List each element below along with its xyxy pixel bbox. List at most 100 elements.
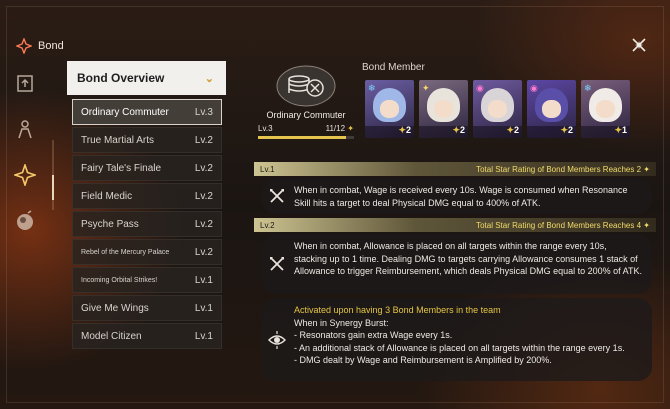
bond-item-name: True Martial Arts <box>81 134 154 146</box>
crossed-swords-icon <box>262 178 292 214</box>
star-icon: ✦ <box>643 220 650 230</box>
bond-item[interactable]: Ordinary Commuter Lv.3 <box>72 99 222 125</box>
bond-item-name: Rebel of the Mercury Palace <box>81 248 170 256</box>
bond-list: Ordinary Commuter Lv.3 True Martial Arts L… <box>72 99 222 351</box>
synergy-eye-icon <box>262 298 292 381</box>
member-stars: ✦2 <box>398 125 411 136</box>
page-title: Bond <box>38 40 64 52</box>
bond-item[interactable]: Fairy Tale's Finale Lv.2 <box>72 155 222 181</box>
element-icon: ❄ <box>368 83 376 93</box>
element-icon: ◉ <box>476 83 484 93</box>
level-tag: Lv.1 <box>260 164 275 174</box>
member-portrait[interactable]: ❄ ✦2 <box>365 80 414 138</box>
bond-progress-text: 11/12 <box>325 124 346 133</box>
effect-line: When in Synergy Burst: <box>294 317 389 328</box>
bond-item-name: Model Citizen <box>81 330 142 342</box>
level-tag: Lv.2 <box>260 220 275 230</box>
star-icon: ✦ <box>506 125 514 135</box>
bond-overview-dropdown[interactable]: Bond Overview ⌄ <box>67 61 226 95</box>
member-stars: ✦2 <box>452 125 465 136</box>
bond-level: Lv.3 <box>258 124 273 133</box>
coin-stack-badge-icon <box>276 65 336 107</box>
crossed-swords-icon <box>262 234 292 294</box>
bond-item[interactable]: Incoming Orbital Strikes! Lv.1 <box>72 267 222 293</box>
member-face <box>380 100 399 118</box>
bond-item[interactable]: Model Citizen Lv.1 <box>72 323 222 349</box>
member-portrait[interactable]: ◉ ✦2 <box>473 80 522 138</box>
top-bar: Bond <box>16 38 64 54</box>
bond-item-level: Lv.2 <box>194 190 213 202</box>
bond-member-title: Bond Member <box>362 62 425 73</box>
left-nav <box>12 70 42 254</box>
member-portrait[interactable]: ❄ ✦1 <box>581 80 630 138</box>
bond-item[interactable]: Psyche Pass Lv.2 <box>72 211 222 237</box>
bond-star-icon[interactable] <box>12 162 38 188</box>
progress-fill <box>258 136 346 139</box>
level-2-effect: When in combat, Allowance is placed on a… <box>262 234 652 294</box>
member-face <box>488 100 507 118</box>
level-1-effect: When in combat, Wage is received every 1… <box>262 178 652 214</box>
member-face <box>596 100 615 118</box>
level-2-header: Lv.2 Total Star Rating of Bond Members R… <box>254 218 656 232</box>
bond-item-level: Lv.1 <box>194 302 213 314</box>
bond-item-name: Field Medic <box>81 190 133 202</box>
member-stars: ✦2 <box>560 125 573 136</box>
bond-item-level: Lv.2 <box>194 246 213 258</box>
bond-item[interactable]: Rebel of the Mercury Palace Lv.2 <box>72 239 222 265</box>
bond-overview-label: Bond Overview <box>77 71 165 85</box>
orb-icon[interactable] <box>12 208 38 234</box>
level-3-effect: Activated upon having 3 Bond Members in … <box>262 298 652 381</box>
bond-item[interactable]: Give Me Wings Lv.1 <box>72 295 222 321</box>
star-icon: ✦ <box>398 125 406 135</box>
bond-item-level: Lv.3 <box>194 106 213 118</box>
member-portrait[interactable]: ◉ ✦2 <box>527 80 576 138</box>
bond-item-name: Ordinary Commuter <box>81 106 169 118</box>
bond-item-level: Lv.2 <box>194 162 213 174</box>
element-icon: ❄ <box>584 83 592 93</box>
effect-text: When in combat, Allowance is placed on a… <box>294 241 642 276</box>
close-icon[interactable] <box>630 36 648 54</box>
level-condition: Total Star Rating of Bond Members Reache… <box>476 220 642 230</box>
effect-line: - DMG dealt by Wage and Reimbursement is… <box>294 355 552 365</box>
star-icon: ✦ <box>643 164 650 174</box>
element-icon: ✦ <box>422 83 430 93</box>
member-face <box>542 100 561 118</box>
effect-text-block: Activated upon having 3 Bond Members in … <box>292 298 635 381</box>
bond-item[interactable]: Field Medic Lv.2 <box>72 183 222 209</box>
member-face <box>434 100 453 118</box>
star-icon: ✦ <box>347 124 354 133</box>
bond-item-name: Give Me Wings <box>81 302 149 314</box>
synergy-condition: Activated upon having 3 Bond Members in … <box>294 305 501 315</box>
selected-bond-name: Ordinary Commuter <box>266 110 346 120</box>
bond-item-level: Lv.1 <box>194 330 213 342</box>
bond-item-name: Fairy Tale's Finale <box>81 162 162 174</box>
nav-divider <box>52 140 54 210</box>
bond-item-level: Lv.1 <box>194 274 213 286</box>
star-icon: ✦ <box>614 125 622 135</box>
level-condition: Total Star Rating of Bond Members Reache… <box>476 164 642 174</box>
effect-text: When in combat, Wage is received every 1… <box>294 185 628 208</box>
member-portrait[interactable]: ✦ ✦2 <box>419 80 468 138</box>
member-star-count: 2 <box>513 125 519 135</box>
bond-item[interactable]: True Martial Arts Lv.2 <box>72 127 222 153</box>
bond-level-progress: Lv.3 11/12 ✦ <box>258 124 354 139</box>
member-star-count: 2 <box>405 125 411 135</box>
star-icon: ✦ <box>452 125 460 135</box>
element-icon: ◉ <box>530 83 538 93</box>
bond-item-level: Lv.2 <box>194 134 213 146</box>
member-star-count: 2 <box>567 125 573 135</box>
bond-item-name: Incoming Orbital Strikes! <box>81 276 158 284</box>
bond-item-name: Psyche Pass <box>81 218 139 230</box>
progress-track <box>258 136 354 139</box>
bond-emblem-icon <box>16 38 32 54</box>
member-stars: ✦2 <box>506 125 519 136</box>
chevron-down-icon: ⌄ <box>204 72 214 85</box>
bond-member-list: ❄ ✦2 ✦ ✦2 ◉ ✦2 ◉ ✦2 ❄ ✦1 <box>365 80 630 138</box>
upload-icon[interactable] <box>12 70 38 96</box>
member-star-count: 1 <box>621 125 627 135</box>
figure-icon[interactable] <box>12 116 38 142</box>
member-stars: ✦1 <box>614 125 627 136</box>
star-icon: ✦ <box>560 125 568 135</box>
level-1-header: Lv.1 Total Star Rating of Bond Members R… <box>254 162 656 176</box>
effect-line: - An additional stack of Allowance is pl… <box>294 342 625 353</box>
